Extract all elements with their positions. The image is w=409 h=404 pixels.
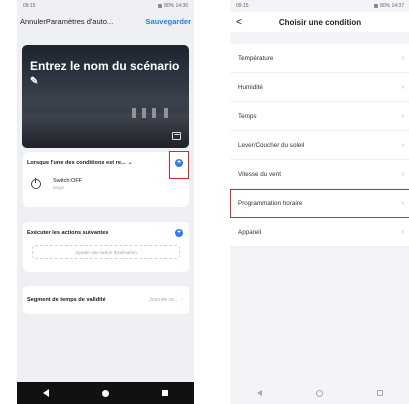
battery-icon xyxy=(158,4,163,8)
scene-name-text: Entrez le nom du scénario xyxy=(30,59,180,73)
cover-chair xyxy=(132,108,136,118)
conditions-label: Lorsque l'une des conditions est re... xyxy=(27,159,126,166)
condition-option-label: Programmation horaire xyxy=(238,199,303,207)
edit-icon[interactable]: ✎ xyxy=(30,76,38,87)
status-bar: 09:15 80% 14:37 xyxy=(230,0,409,12)
scene-name-input[interactable]: Entrez le nom du scénario ✎ xyxy=(30,59,180,89)
chevron-right-icon: › xyxy=(401,228,404,236)
chevron-right-icon: › xyxy=(181,297,183,303)
condition-option[interactable]: Humidité › xyxy=(230,73,409,102)
chevron-right-icon: › xyxy=(401,83,404,91)
conditions-card: Lorsque l'une des conditions est re... ⌄… xyxy=(23,152,189,207)
scene-cover-image[interactable]: Entrez le nom du scénario ✎ xyxy=(22,45,189,148)
condition-option[interactable]: Lever/Coucher du soleil › xyxy=(230,131,409,160)
automation-header: Annuler Paramètres d'auto... Sauvegarder xyxy=(17,12,194,30)
condition-option[interactable]: Programmation horaire › xyxy=(230,189,409,218)
condition-option-label: Vitesse du vent xyxy=(238,170,281,178)
validity-row[interactable]: Segment de temps de validité Journée co.… xyxy=(23,286,189,314)
back-nav-icon[interactable] xyxy=(257,390,262,396)
chevron-right-icon: › xyxy=(401,112,404,120)
status-bar: 09:15 80% 14:36 xyxy=(17,0,194,12)
chevron-right-icon: › xyxy=(401,54,404,62)
validity-value: Journée co... xyxy=(149,297,179,303)
condition-option[interactable]: Vitesse du vent › xyxy=(230,160,409,189)
condition-item-text: Switch:OFF plugs xyxy=(53,178,82,190)
chevron-right-icon: › xyxy=(401,170,404,178)
highlight-add-condition xyxy=(169,151,189,179)
condition-option-label: Température xyxy=(238,54,274,62)
add-action-area[interactable]: Ajouter une action d'exécution xyxy=(32,245,180,259)
image-icon[interactable] xyxy=(172,132,181,140)
save-button[interactable]: Sauvegarder xyxy=(146,17,191,26)
page-title: Paramètres d'auto... xyxy=(45,16,114,26)
add-action-button[interactable]: + xyxy=(175,228,183,237)
condition-header: < Choisir une condition xyxy=(230,12,409,32)
status-time: 09:15 xyxy=(236,3,249,9)
battery-icon xyxy=(374,4,379,8)
cover-chair xyxy=(152,108,156,118)
cover-chair xyxy=(142,108,146,118)
actions-card: Exécuter les actions suivantes + Ajouter… xyxy=(23,222,189,272)
android-nav-bar xyxy=(230,382,409,404)
cover-floor xyxy=(22,113,189,148)
status-icons: 80% 14:37 xyxy=(374,3,404,9)
condition-option-label: Temps xyxy=(238,112,257,120)
cover-chair xyxy=(164,108,168,118)
condition-option[interactable]: Température › xyxy=(230,44,409,73)
condition-item[interactable]: Switch:OFF plugs xyxy=(23,178,189,190)
switch-sub: plugs xyxy=(53,185,64,190)
recents-nav-icon[interactable] xyxy=(377,390,383,396)
condition-option-label: Lever/Coucher du soleil xyxy=(238,141,305,149)
add-action-label: Ajouter une action d'exécution xyxy=(75,249,137,255)
actions-header: Exécuter les actions suivantes + xyxy=(23,222,189,238)
validity-card[interactable]: Segment de temps de validité Journée co.… xyxy=(23,286,189,314)
home-nav-icon[interactable] xyxy=(101,389,109,397)
left-phone-screen: 09:15 80% 14:36 Annuler Paramètres d'aut… xyxy=(17,0,194,404)
recents-nav-icon[interactable] xyxy=(161,390,168,396)
conditions-header[interactable]: Lorsque l'une des conditions est re... ⌄… xyxy=(23,152,189,168)
back-button[interactable]: < xyxy=(236,17,254,28)
home-nav-icon[interactable] xyxy=(316,389,323,397)
status-time: 09:15 xyxy=(23,3,36,9)
condition-option-label: Humidité xyxy=(238,83,263,91)
status-icons: 80% 14:36 xyxy=(158,3,188,9)
chevron-down-icon[interactable]: ⌄ xyxy=(128,159,133,166)
cancel-button[interactable]: Annuler xyxy=(20,17,46,26)
status-battery: 80% 14:36 xyxy=(164,3,188,9)
condition-option[interactable]: Appareil › xyxy=(230,218,409,247)
chevron-right-icon: › xyxy=(401,199,404,207)
validity-label: Segment de temps de validité xyxy=(27,297,106,303)
chevron-right-icon: › xyxy=(401,141,404,149)
back-nav-icon[interactable] xyxy=(43,389,50,397)
page-title: Choisir une condition xyxy=(278,17,362,27)
actions-label: Exécuter les actions suivantes xyxy=(27,229,109,236)
android-nav-bar xyxy=(17,382,194,404)
power-icon xyxy=(31,178,41,189)
right-phone-screen: 09:15 80% 14:37 < Choisir une condition … xyxy=(230,0,409,404)
switch-label: Switch:OFF xyxy=(53,178,83,184)
condition-option[interactable]: Temps › xyxy=(230,102,409,131)
condition-option-label: Appareil xyxy=(238,228,262,236)
status-battery: 80% 14:37 xyxy=(380,3,404,9)
condition-list: Température › Humidité › Temps › Lever/Coucher… xyxy=(230,44,409,247)
